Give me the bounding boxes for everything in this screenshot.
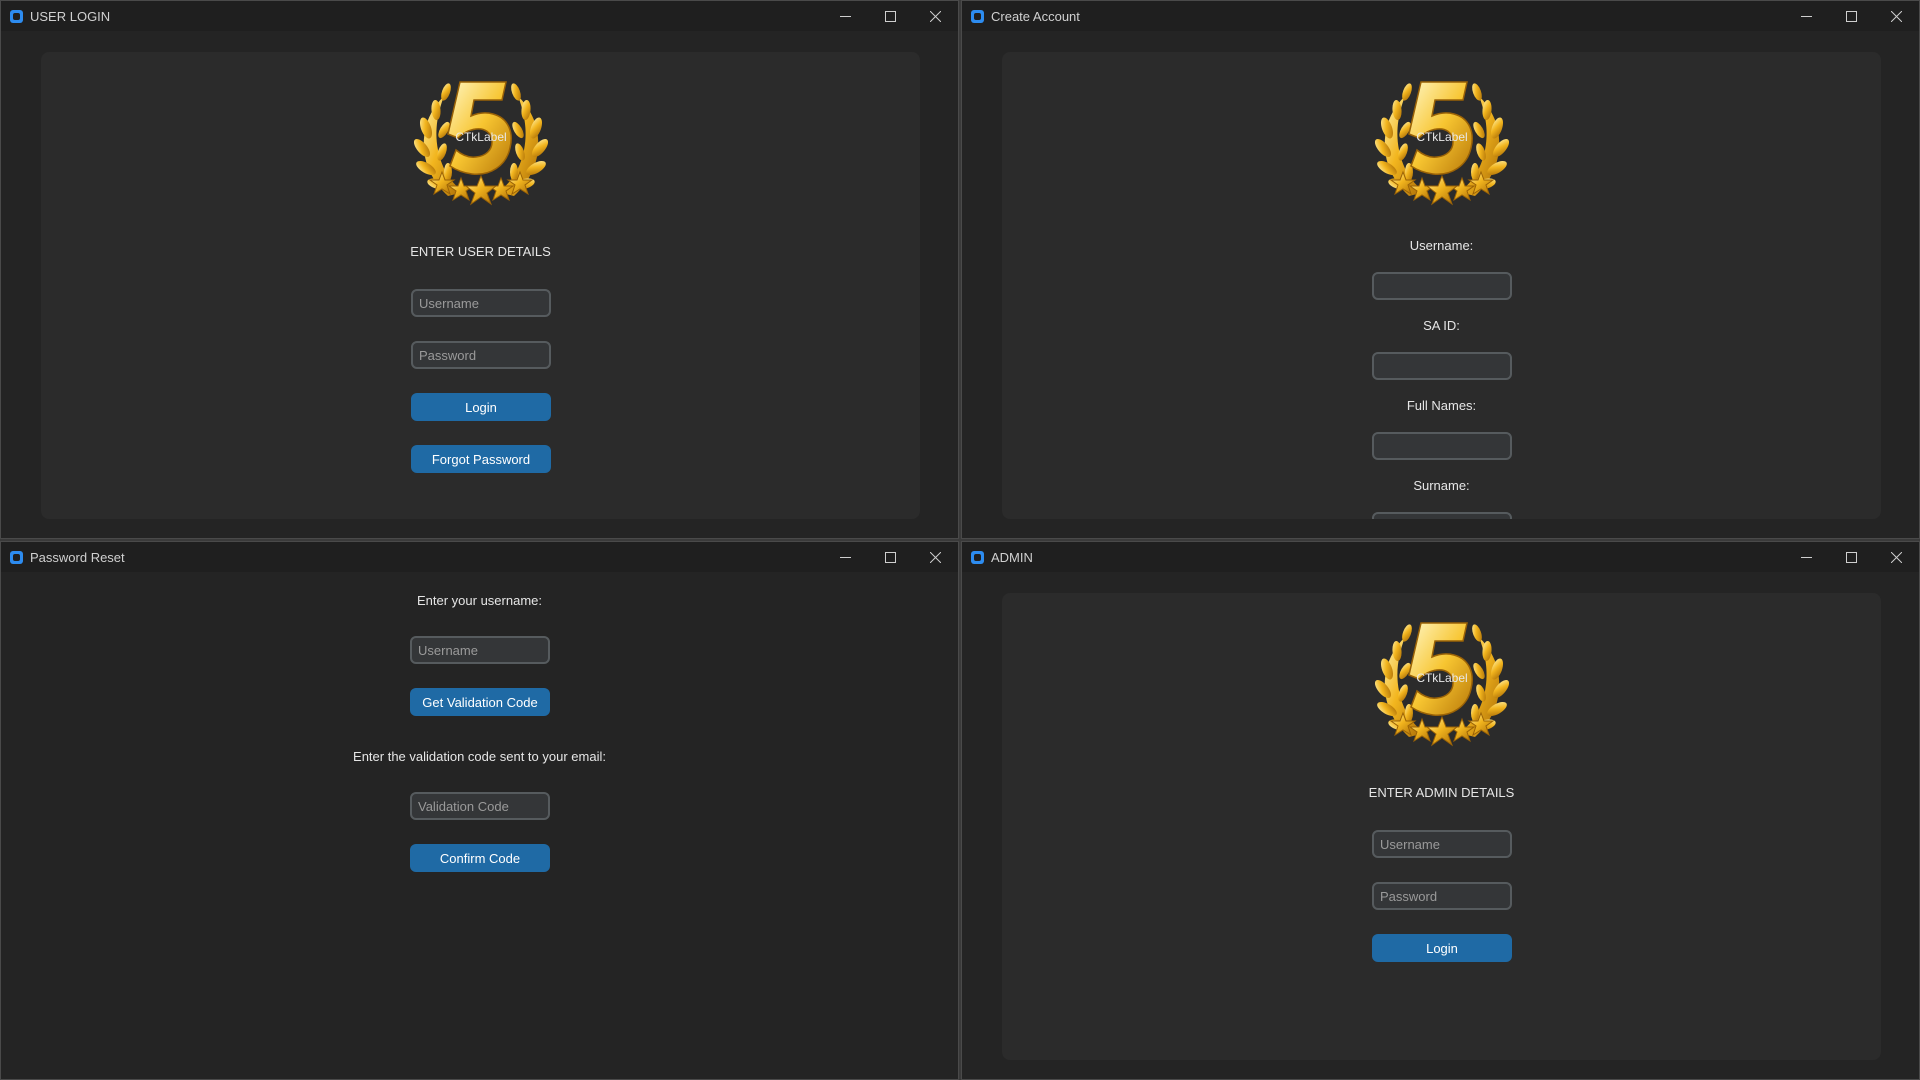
window-title: ADMIN <box>991 549 1033 565</box>
forgot-password-button[interactable]: Forgot Password <box>411 445 551 473</box>
title-bar[interactable]: Password Reset <box>1 542 958 572</box>
create-account-frame: CTkLabel Username: SA ID: Full Names: Su… <box>1002 52 1881 519</box>
full-names-field[interactable] <box>1372 432 1512 460</box>
minimize-icon[interactable] <box>823 1 868 31</box>
sa-id-field[interactable] <box>1372 352 1512 380</box>
maximize-icon[interactable] <box>868 1 913 31</box>
maximize-icon[interactable] <box>868 542 913 572</box>
logo-label: CTkLabel <box>455 130 507 144</box>
username-prompt: Enter your username: <box>416 593 542 608</box>
admin-heading: ENTER ADMIN DETAILS <box>1368 785 1515 800</box>
title-bar[interactable]: USER LOGIN <box>1 1 958 31</box>
window-title: Create Account <box>991 8 1080 24</box>
maximize-icon[interactable] <box>1829 1 1874 31</box>
title-bar[interactable]: Create Account <box>962 1 1919 31</box>
minimize-icon[interactable] <box>1784 1 1829 31</box>
confirm-code-button[interactable]: Confirm Code <box>410 844 550 872</box>
app-icon <box>971 9 984 23</box>
reset-username-input[interactable] <box>410 636 550 664</box>
surname-field[interactable] <box>1372 512 1512 519</box>
create-account-window: Create Account CTkLabel Username: SA ID:… <box>961 0 1920 539</box>
username-field[interactable] <box>1372 272 1512 300</box>
full-names-label: Full Names: <box>1406 398 1477 413</box>
title-bar[interactable]: ADMIN <box>962 542 1919 572</box>
gold-laurel-five-star-logo: CTkLabel <box>1369 68 1515 214</box>
window-title: Password Reset <box>30 549 125 565</box>
password-reset-content: Enter your username: Get Validation Code… <box>1 572 958 1079</box>
admin-window: ADMIN CTkLabel ENTER ADMIN DETAILS Login <box>961 541 1920 1080</box>
logo-label: CTkLabel <box>1416 671 1468 685</box>
logo-label: CTkLabel <box>1416 130 1468 144</box>
username-input[interactable] <box>411 289 551 317</box>
close-icon[interactable] <box>913 542 958 572</box>
sa-id-label: SA ID: <box>1423 318 1460 333</box>
app-icon <box>10 550 23 564</box>
login-frame: CTkLabel ENTER USER DETAILS Login Forgot… <box>41 52 920 519</box>
admin-username-input[interactable] <box>1372 830 1512 858</box>
app-icon <box>10 9 23 23</box>
close-icon[interactable] <box>913 1 958 31</box>
user-login-window: USER LOGIN CTkLabel ENTER USER DETAILS L… <box>0 0 959 539</box>
window-title: USER LOGIN <box>30 8 111 24</box>
admin-login-frame: CTkLabel ENTER ADMIN DETAILS Login <box>1002 593 1881 1060</box>
password-reset-window: Password Reset Enter your username: Get … <box>0 541 959 1080</box>
admin-login-button[interactable]: Login <box>1372 934 1512 962</box>
get-validation-code-button[interactable]: Get Validation Code <box>410 688 550 716</box>
minimize-icon[interactable] <box>1784 542 1829 572</box>
close-icon[interactable] <box>1874 1 1919 31</box>
password-input[interactable] <box>411 341 551 369</box>
minimize-icon[interactable] <box>823 542 868 572</box>
gold-laurel-five-star-logo: CTkLabel <box>1369 609 1515 755</box>
validation-code-input[interactable] <box>410 792 550 820</box>
app-icon <box>971 550 984 564</box>
login-heading: ENTER USER DETAILS <box>410 244 551 259</box>
close-icon[interactable] <box>1874 542 1919 572</box>
validation-code-prompt: Enter the validation code sent to your e… <box>353 749 606 764</box>
login-button[interactable]: Login <box>411 393 551 421</box>
admin-password-input[interactable] <box>1372 882 1512 910</box>
username-label: Username: <box>1409 238 1474 253</box>
surname-label: Surname: <box>1413 478 1470 493</box>
maximize-icon[interactable] <box>1829 542 1874 572</box>
gold-laurel-five-star-logo: CTkLabel <box>408 68 554 214</box>
